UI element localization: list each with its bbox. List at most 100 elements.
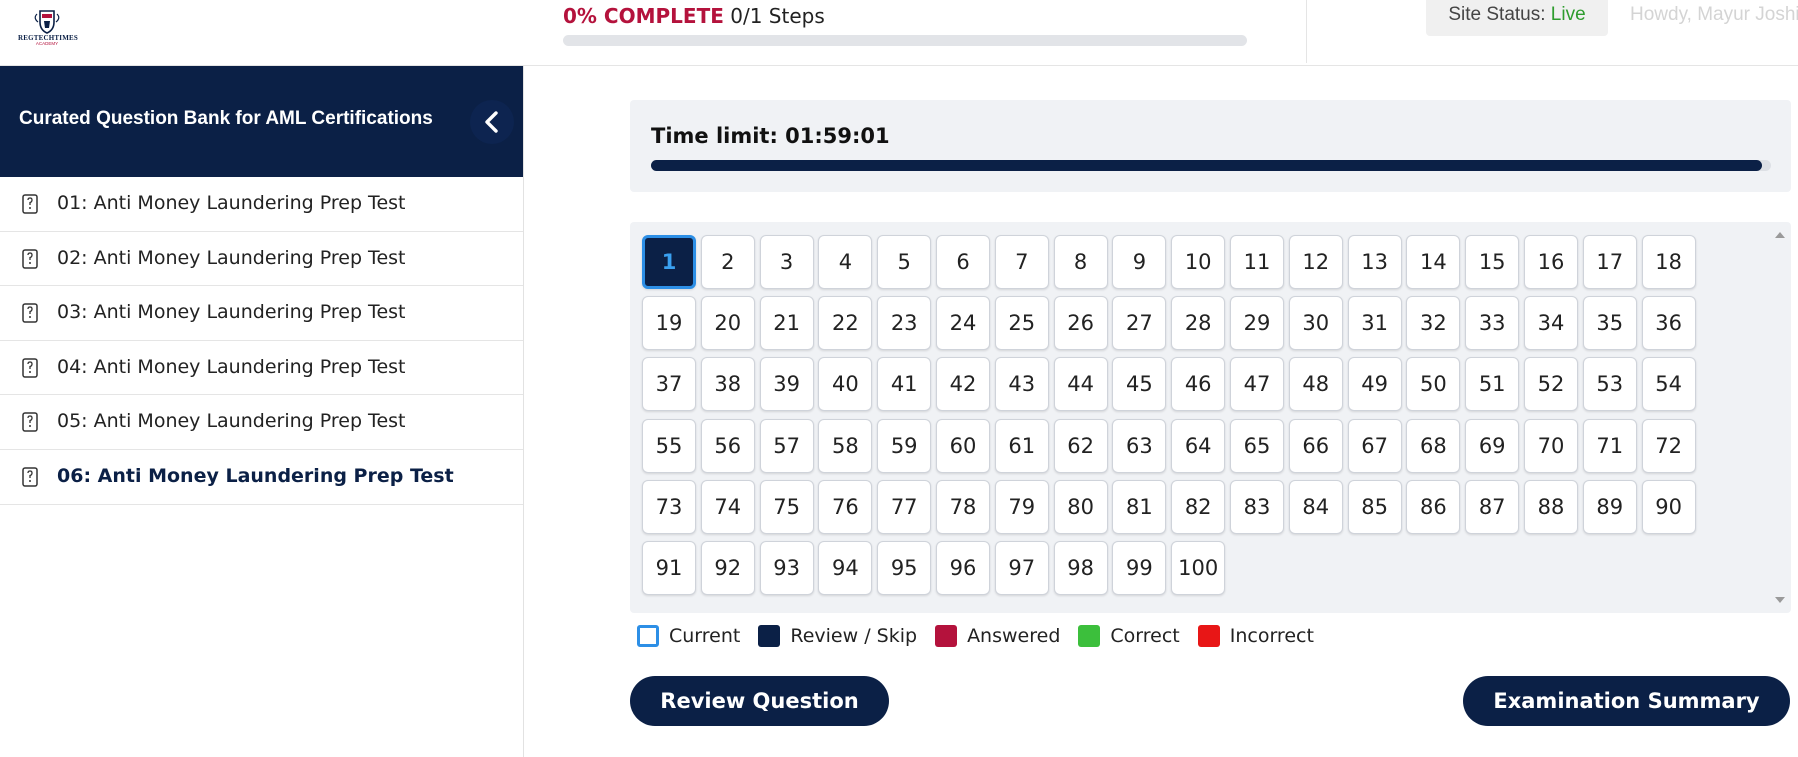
question-button-27[interactable]: 27 — [1112, 296, 1167, 351]
question-button-25[interactable]: 25 — [994, 296, 1049, 351]
question-button-72[interactable]: 72 — [1641, 418, 1696, 473]
question-button-8[interactable]: 8 — [1053, 235, 1108, 289]
question-button-86[interactable]: 86 — [1406, 479, 1461, 534]
question-button-75[interactable]: 75 — [759, 479, 814, 534]
question-button-6[interactable]: 6 — [936, 235, 990, 289]
question-button-10[interactable]: 10 — [1171, 235, 1226, 289]
question-button-29[interactable]: 29 — [1230, 296, 1284, 351]
question-button-11[interactable]: 11 — [1230, 235, 1284, 289]
question-button-64[interactable]: 64 — [1171, 418, 1226, 473]
question-button-33[interactable]: 33 — [1465, 296, 1520, 351]
question-button-20[interactable]: 20 — [700, 296, 755, 351]
question-button-18[interactable]: 18 — [1641, 235, 1696, 289]
question-button-52[interactable]: 52 — [1524, 357, 1578, 412]
question-button-68[interactable]: 68 — [1406, 418, 1461, 473]
collapse-sidebar-button[interactable] — [470, 100, 514, 144]
question-button-79[interactable]: 79 — [994, 479, 1049, 534]
question-button-95[interactable]: 95 — [877, 541, 932, 595]
question-button-46[interactable]: 46 — [1171, 357, 1226, 412]
question-button-42[interactable]: 42 — [936, 357, 990, 412]
lesson-item[interactable]: 01: Anti Money Laundering Prep Test — [0, 177, 523, 232]
question-button-97[interactable]: 97 — [994, 541, 1049, 595]
question-button-47[interactable]: 47 — [1230, 357, 1284, 412]
question-button-60[interactable]: 60 — [936, 418, 990, 473]
question-button-77[interactable]: 77 — [877, 479, 932, 534]
question-button-92[interactable]: 92 — [700, 541, 755, 595]
question-button-85[interactable]: 85 — [1347, 479, 1402, 534]
question-button-81[interactable]: 81 — [1112, 479, 1167, 534]
question-button-35[interactable]: 35 — [1582, 296, 1637, 351]
question-button-50[interactable]: 50 — [1406, 357, 1461, 412]
question-button-61[interactable]: 61 — [994, 418, 1049, 473]
question-button-71[interactable]: 71 — [1582, 418, 1637, 473]
scroll-up-arrow-icon[interactable] — [1775, 232, 1785, 238]
question-button-91[interactable]: 91 — [642, 541, 696, 595]
question-button-13[interactable]: 13 — [1347, 235, 1402, 289]
question-button-22[interactable]: 22 — [818, 296, 873, 351]
question-button-36[interactable]: 36 — [1641, 296, 1696, 351]
question-button-23[interactable]: 23 — [877, 296, 932, 351]
question-button-100[interactable]: 100 — [1171, 541, 1226, 595]
question-button-63[interactable]: 63 — [1112, 418, 1167, 473]
question-button-48[interactable]: 48 — [1288, 357, 1343, 412]
question-button-96[interactable]: 96 — [936, 541, 990, 595]
user-greeting[interactable]: Howdy, Mayur Joshi — [1630, 4, 1798, 26]
question-button-40[interactable]: 40 — [818, 357, 873, 412]
question-button-38[interactable]: 38 — [700, 357, 755, 412]
question-button-73[interactable]: 73 — [642, 479, 696, 534]
question-button-89[interactable]: 89 — [1582, 479, 1637, 534]
question-button-43[interactable]: 43 — [994, 357, 1049, 412]
question-button-57[interactable]: 57 — [759, 418, 814, 473]
question-button-4[interactable]: 4 — [818, 235, 873, 289]
question-button-49[interactable]: 49 — [1347, 357, 1402, 412]
question-button-2[interactable]: 2 — [700, 235, 755, 289]
lesson-item[interactable]: 02: Anti Money Laundering Prep Test — [0, 232, 523, 287]
question-button-12[interactable]: 12 — [1288, 235, 1343, 289]
question-button-16[interactable]: 16 — [1524, 235, 1578, 289]
question-button-78[interactable]: 78 — [936, 479, 990, 534]
question-button-54[interactable]: 54 — [1641, 357, 1696, 412]
question-button-45[interactable]: 45 — [1112, 357, 1167, 412]
question-button-21[interactable]: 21 — [759, 296, 814, 351]
question-button-37[interactable]: 37 — [642, 357, 696, 412]
question-button-7[interactable]: 7 — [994, 235, 1049, 289]
question-button-99[interactable]: 99 — [1112, 541, 1167, 595]
question-button-58[interactable]: 58 — [818, 418, 873, 473]
question-button-5[interactable]: 5 — [877, 235, 932, 289]
lesson-item[interactable]: 04: Anti Money Laundering Prep Test — [0, 341, 523, 396]
question-button-28[interactable]: 28 — [1171, 296, 1226, 351]
question-button-41[interactable]: 41 — [877, 357, 932, 412]
lesson-item[interactable]: 05: Anti Money Laundering Prep Test — [0, 395, 523, 450]
question-button-84[interactable]: 84 — [1288, 479, 1343, 534]
question-button-51[interactable]: 51 — [1465, 357, 1520, 412]
question-button-93[interactable]: 93 — [759, 541, 814, 595]
question-button-44[interactable]: 44 — [1053, 357, 1108, 412]
site-logo[interactable]: REGTECHTIMES ACADEMY — [18, 8, 78, 46]
question-button-55[interactable]: 55 — [642, 418, 696, 473]
question-button-74[interactable]: 74 — [700, 479, 755, 534]
question-button-9[interactable]: 9 — [1112, 235, 1167, 289]
review-question-button[interactable]: Review Question — [630, 676, 889, 726]
question-button-14[interactable]: 14 — [1406, 235, 1461, 289]
question-button-34[interactable]: 34 — [1524, 296, 1578, 351]
question-button-80[interactable]: 80 — [1053, 479, 1108, 534]
question-button-59[interactable]: 59 — [877, 418, 932, 473]
question-button-66[interactable]: 66 — [1288, 418, 1343, 473]
question-button-24[interactable]: 24 — [936, 296, 990, 351]
question-button-67[interactable]: 67 — [1347, 418, 1402, 473]
question-button-32[interactable]: 32 — [1406, 296, 1461, 351]
question-button-31[interactable]: 31 — [1347, 296, 1402, 351]
question-button-15[interactable]: 15 — [1465, 235, 1520, 289]
question-button-30[interactable]: 30 — [1288, 296, 1343, 351]
scroll-down-arrow-icon[interactable] — [1775, 597, 1785, 603]
question-button-62[interactable]: 62 — [1053, 418, 1108, 473]
question-button-26[interactable]: 26 — [1053, 296, 1108, 351]
question-button-94[interactable]: 94 — [818, 541, 873, 595]
question-button-70[interactable]: 70 — [1524, 418, 1578, 473]
question-button-39[interactable]: 39 — [759, 357, 814, 412]
lesson-item[interactable]: 03: Anti Money Laundering Prep Test — [0, 286, 523, 341]
question-button-98[interactable]: 98 — [1053, 541, 1108, 595]
question-button-53[interactable]: 53 — [1582, 357, 1637, 412]
question-button-83[interactable]: 83 — [1230, 479, 1284, 534]
question-button-56[interactable]: 56 — [700, 418, 755, 473]
